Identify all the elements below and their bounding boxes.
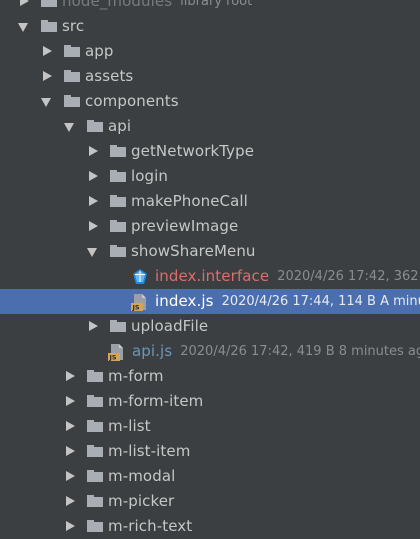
- chevron-down-icon[interactable]: [18, 23, 28, 32]
- tree-folder-item[interactable]: makePhoneCall: [0, 189, 420, 214]
- chevron-right-icon[interactable]: [66, 396, 75, 406]
- tree-folder-item[interactable]: m-list-item: [0, 439, 420, 464]
- chevron-right-icon[interactable]: [89, 146, 98, 156]
- tree-item-label: makePhoneCall: [131, 192, 248, 210]
- tree-folder-item[interactable]: uploadFile: [0, 314, 420, 339]
- chevron-right-icon[interactable]: [43, 71, 52, 81]
- folder-icon: [110, 245, 126, 257]
- tree-item-label: m-list-item: [108, 442, 191, 460]
- typescript-interface-file-icon: [131, 268, 149, 286]
- tree-folder-item[interactable]: src: [0, 14, 420, 39]
- tree-folder-item[interactable]: m-picker: [0, 489, 420, 514]
- tree-file-item[interactable]: JS index.js 2020/4/26 17:44, 114 B A minu: [0, 289, 420, 314]
- file-info: 2020/4/26 17:44, 114 B A minu: [221, 294, 420, 309]
- tree-item-label: api.js: [132, 342, 173, 360]
- tree-item-label: assets: [85, 67, 134, 85]
- svg-text:JS: JS: [109, 354, 117, 362]
- chevron-right-icon[interactable]: [66, 446, 75, 456]
- tree-item-label: index.js: [155, 292, 214, 310]
- chevron-right-icon[interactable]: [89, 196, 98, 206]
- svg-text:JS: JS: [132, 304, 140, 312]
- project-tree: node_modules library root src app assets comp…: [0, 0, 420, 539]
- chevron-right-icon[interactable]: [66, 371, 75, 381]
- folder-icon: [110, 195, 126, 207]
- library-root-hint: library root: [180, 0, 253, 9]
- folder-icon: [110, 170, 126, 182]
- javascript-file-icon: JS: [131, 293, 149, 312]
- tree-item-label: m-form: [108, 367, 164, 385]
- folder-icon: [41, 0, 57, 7]
- tree-folder-item[interactable]: m-modal: [0, 464, 420, 489]
- tree-folder-item[interactable]: node_modules library root: [0, 0, 420, 14]
- tree-folder-item[interactable]: components: [0, 89, 420, 114]
- chevron-right-icon[interactable]: [66, 471, 75, 481]
- folder-icon: [64, 45, 80, 57]
- tree-folder-item[interactable]: m-form-item: [0, 389, 420, 414]
- chevron-right-icon[interactable]: [66, 421, 75, 431]
- file-info: 2020/4/26 17:42, 419 B 8 minutes ago: [180, 344, 420, 359]
- tree-item-label: uploadFile: [131, 317, 209, 335]
- folder-icon: [64, 70, 80, 82]
- tree-item-label: showShareMenu: [131, 242, 256, 260]
- tree-item-label: m-rich-text: [108, 517, 193, 535]
- folder-icon: [87, 470, 103, 482]
- tree-item-label: node_modules: [62, 0, 173, 10]
- tree-item-label: src: [62, 17, 85, 35]
- tree-folder-item[interactable]: showShareMenu: [0, 239, 420, 264]
- folder-icon: [110, 320, 126, 332]
- tree-item-label: getNetworkType: [131, 142, 255, 160]
- tree-folder-item[interactable]: m-form: [0, 364, 420, 389]
- tree-folder-item[interactable]: assets: [0, 64, 420, 89]
- folder-icon: [87, 120, 103, 132]
- chevron-down-icon[interactable]: [87, 248, 97, 257]
- chevron-right-icon[interactable]: [43, 46, 52, 56]
- chevron-right-icon[interactable]: [20, 0, 29, 6]
- tree-item-label: login: [131, 167, 169, 185]
- folder-icon: [110, 220, 126, 232]
- tree-folder-item[interactable]: login: [0, 164, 420, 189]
- tree-item-label: api: [108, 117, 132, 135]
- tree-item-label: m-modal: [108, 467, 176, 485]
- chevron-down-icon[interactable]: [41, 98, 51, 107]
- tree-folder-item[interactable]: previewImage: [0, 214, 420, 239]
- folder-icon: [64, 95, 80, 107]
- folder-icon: [87, 395, 103, 407]
- chevron-right-icon[interactable]: [66, 496, 75, 506]
- folder-icon: [87, 520, 103, 532]
- folder-icon: [87, 445, 103, 457]
- folder-icon: [110, 145, 126, 157]
- tree-item-label: app: [85, 42, 114, 60]
- folder-icon: [87, 420, 103, 432]
- tree-file-item[interactable]: index.interface 2020/4/26 17:42, 362 B: [0, 264, 420, 289]
- folder-icon: [87, 495, 103, 507]
- folder-icon: [87, 370, 103, 382]
- tree-item-label: m-form-item: [108, 392, 204, 410]
- tree-folder-item[interactable]: api: [0, 114, 420, 139]
- tree-item-label: components: [85, 92, 179, 110]
- chevron-right-icon[interactable]: [89, 321, 98, 331]
- chevron-down-icon[interactable]: [64, 123, 74, 132]
- chevron-right-icon[interactable]: [89, 171, 98, 181]
- folder-icon: [41, 20, 57, 32]
- tree-item-label: index.interface: [155, 267, 270, 285]
- tree-item-label: m-list: [108, 417, 151, 435]
- tree-folder-item[interactable]: m-rich-text: [0, 514, 420, 539]
- file-info: 2020/4/26 17:42, 362 B: [277, 269, 420, 284]
- chevron-right-icon[interactable]: [66, 521, 75, 531]
- tree-file-item[interactable]: JS api.js 2020/4/26 17:42, 419 B 8 minutes…: [0, 339, 420, 364]
- chevron-right-icon[interactable]: [89, 221, 98, 231]
- tree-item-label: m-picker: [108, 492, 175, 510]
- tree-folder-item[interactable]: app: [0, 39, 420, 64]
- tree-folder-item[interactable]: getNetworkType: [0, 139, 420, 164]
- javascript-file-icon: JS: [108, 343, 126, 362]
- tree-folder-item[interactable]: m-list: [0, 414, 420, 439]
- tree-item-label: previewImage: [131, 217, 239, 235]
